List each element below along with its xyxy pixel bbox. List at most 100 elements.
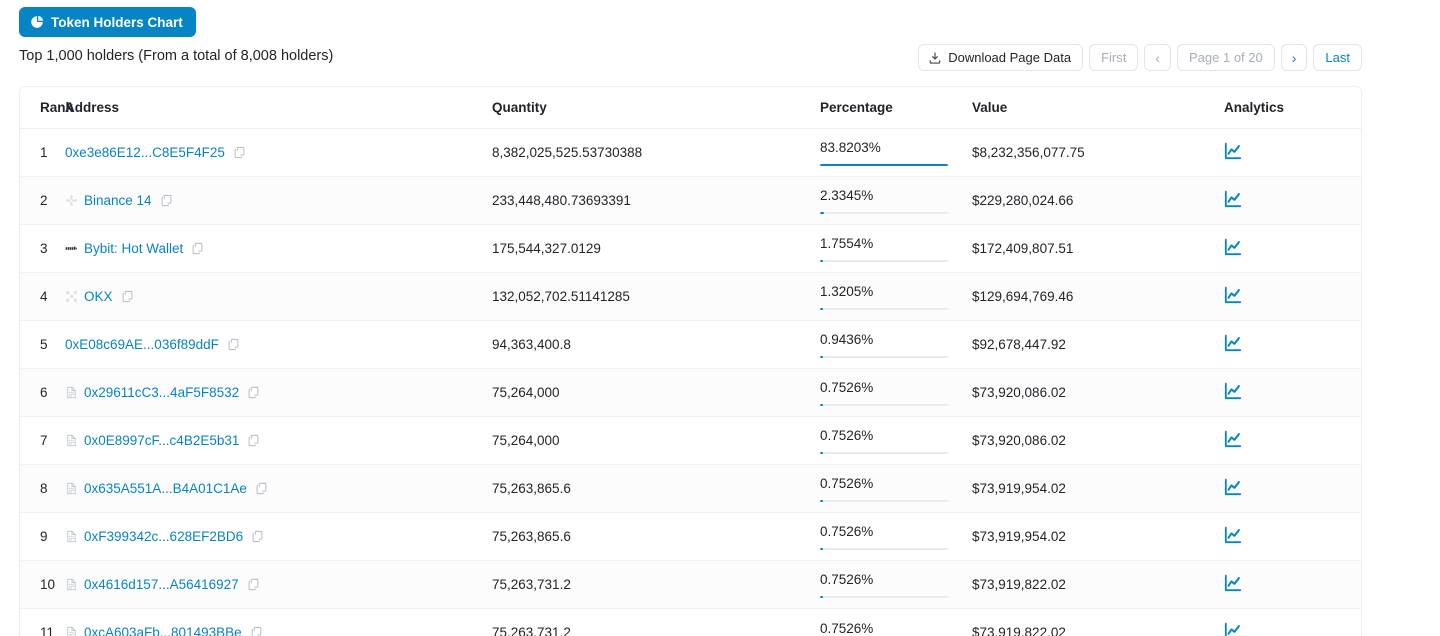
contract-icon: [65, 434, 78, 447]
copy-icon[interactable]: [233, 146, 246, 159]
table-row: 7 0x0E8997cF...c4B2E5b31 75,264,000 0.7526%…: [20, 417, 1362, 465]
cell-percentage: 0.7526%: [820, 609, 972, 636]
cell-quantity: 75,263,731.2: [492, 561, 820, 609]
analytics-chart-icon[interactable]: [1224, 478, 1242, 496]
pagination-first-button[interactable]: First: [1089, 44, 1138, 71]
value-amount: $73,919,954.02: [972, 481, 1066, 496]
address-link[interactable]: 0x635A551A...B4A01C1Ae: [84, 481, 247, 496]
percentage-value: 1.3205%: [820, 285, 972, 299]
table-row: 4OKX132,052,702.511412851.3205%$129,694,…: [20, 273, 1362, 321]
analytics-chart-icon[interactable]: [1224, 238, 1242, 256]
cell-percentage: 2.3345%: [820, 177, 972, 225]
address-wrapper: OKX: [65, 289, 492, 304]
cell-address: Bybit: Hot Wallet: [65, 225, 492, 273]
contract-icon: [65, 386, 78, 399]
copy-icon[interactable]: [191, 242, 204, 255]
address-link[interactable]: 0xE08c69AE...036f89ddF: [65, 337, 219, 352]
address-link[interactable]: Bybit: Hot Wallet: [84, 241, 183, 256]
percentage-wrapper: 0.7526%: [820, 523, 972, 550]
cell-rank: 6: [20, 369, 65, 417]
copy-icon[interactable]: [247, 434, 260, 447]
address-link[interactable]: 0xe3e86E12...C8E5F4F25: [65, 145, 225, 160]
analytics-chart-icon[interactable]: [1224, 430, 1242, 448]
cell-quantity: 75,263,865.6: [492, 465, 820, 513]
analytics-chart-icon[interactable]: [1224, 286, 1242, 304]
table-row: 10xe3e86E12...C8E5F4F25 8,382,025,525.537…: [20, 129, 1362, 177]
address-wrapper: Binance 14: [65, 193, 492, 208]
percentage-bar: [820, 452, 948, 454]
cell-quantity: 75,263,731.2: [492, 609, 820, 636]
address-wrapper: 0xF399342c...628EF2BD6: [65, 529, 492, 544]
value-amount: $129,694,769.46: [972, 289, 1073, 304]
copy-icon[interactable]: [160, 194, 173, 207]
copy-icon[interactable]: [121, 290, 134, 303]
copy-icon[interactable]: [255, 482, 268, 495]
table-row: 6 0x29611cC3...4aF5F8532 75,264,0000.7526%…: [20, 369, 1362, 417]
cell-address: 0x29611cC3...4aF5F8532: [65, 369, 492, 417]
cell-quantity: 75,263,865.6: [492, 513, 820, 561]
cell-rank: 10: [20, 561, 65, 609]
cell-quantity: 75,264,000: [492, 417, 820, 465]
percentage-wrapper: 0.7526%: [820, 427, 972, 454]
table-row: 80x635A551A...B4A01C1Ae75,263,865.60.752…: [20, 465, 1362, 513]
analytics-chart-icon[interactable]: [1224, 574, 1242, 592]
copy-icon[interactable]: [250, 626, 263, 636]
rank-value: 9: [40, 529, 48, 544]
cell-analytics: [1224, 225, 1362, 273]
percentage-bar-fill: [820, 548, 823, 550]
cell-quantity: 75,264,000: [492, 369, 820, 417]
column-header-percentage: Percentage: [820, 87, 972, 129]
quantity-value: 75,264,000: [492, 433, 560, 448]
cell-analytics: [1224, 465, 1362, 513]
copy-icon[interactable]: [227, 338, 240, 351]
pagination-prev-button[interactable]: ‹: [1144, 44, 1171, 71]
cell-rank: 3: [20, 225, 65, 273]
cell-quantity: 94,363,400.8: [492, 321, 820, 369]
quantity-value: 175,544,327.0129: [492, 241, 601, 256]
cell-quantity: 175,544,327.0129: [492, 225, 820, 273]
percentage-bar: [820, 356, 948, 358]
contract-icon: [65, 578, 78, 591]
pagination-next-button[interactable]: ›: [1281, 44, 1308, 71]
pagination-last-button[interactable]: Last: [1313, 44, 1362, 71]
cell-analytics: [1224, 417, 1362, 465]
percentage-value: 0.7526%: [820, 381, 972, 395]
percentage-wrapper: 0.9436%: [820, 331, 972, 358]
download-page-data-button[interactable]: Download Page Data: [918, 44, 1083, 71]
copy-icon[interactable]: [247, 578, 260, 591]
analytics-chart-icon[interactable]: [1224, 334, 1242, 352]
value-amount: $73,919,822.02: [972, 625, 1066, 636]
cell-rank: 1: [20, 129, 65, 177]
cell-percentage: 0.7526%: [820, 417, 972, 465]
analytics-chart-icon[interactable]: [1224, 526, 1242, 544]
address-link[interactable]: Binance 14: [84, 193, 152, 208]
pagination-page-indicator: Page 1 of 20: [1177, 44, 1275, 71]
address-link[interactable]: 0x4616d157...A56416927: [84, 577, 239, 592]
cell-analytics: [1224, 177, 1362, 225]
token-holders-chart-button[interactable]: Token Holders Chart: [19, 7, 196, 37]
percentage-value: 1.7554%: [820, 237, 972, 251]
address-link[interactable]: OKX: [84, 289, 113, 304]
table-header-row: Rank Address Quantity Percentage Value A…: [20, 87, 1362, 129]
rank-value: 4: [40, 289, 48, 304]
address-link[interactable]: 0xF399342c...628EF2BD6: [84, 529, 243, 544]
address-wrapper: 0x29611cC3...4aF5F8532: [65, 385, 492, 400]
analytics-chart-icon[interactable]: [1224, 142, 1242, 160]
cell-rank: 7: [20, 417, 65, 465]
address-link[interactable]: 0x29611cC3...4aF5F8532: [84, 385, 239, 400]
analytics-chart-icon[interactable]: [1224, 622, 1242, 636]
holders-subtitle: Top 1,000 holders (From a total of 8,008…: [19, 48, 333, 64]
table-row: 3 Bybit: Hot Wallet 175,544,327.0129 1.7554…: [20, 225, 1362, 273]
cell-percentage: 83.8203%: [820, 129, 972, 177]
analytics-chart-icon[interactable]: [1224, 382, 1242, 400]
cell-value: $73,919,822.02: [972, 561, 1224, 609]
analytics-chart-icon[interactable]: [1224, 190, 1242, 208]
binance-icon: [65, 194, 78, 207]
address-link[interactable]: 0xcA603aFb...801493BBe: [84, 625, 242, 636]
copy-icon[interactable]: [251, 530, 264, 543]
quantity-value: 8,382,025,525.53730388: [492, 145, 642, 160]
cell-value: $73,919,954.02: [972, 513, 1224, 561]
rank-value: 6: [40, 385, 48, 400]
copy-icon[interactable]: [247, 386, 260, 399]
address-link[interactable]: 0x0E8997cF...c4B2E5b31: [84, 433, 239, 448]
